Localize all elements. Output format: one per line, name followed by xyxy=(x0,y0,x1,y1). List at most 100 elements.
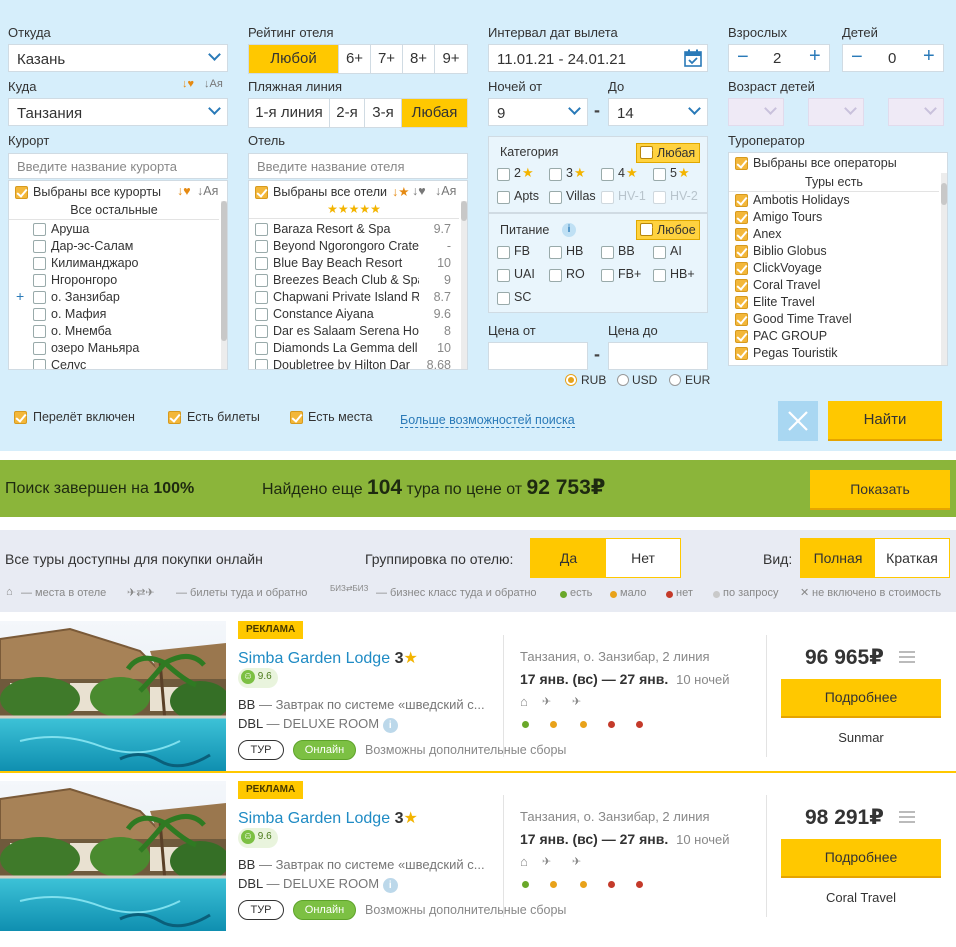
rating-option-8[interactable]: 8+ xyxy=(403,45,435,73)
resort-item[interactable]: Нгоронгоро xyxy=(9,272,219,289)
meal-checkbox[interactable] xyxy=(497,269,510,282)
operator-checkbox[interactable] xyxy=(735,211,748,224)
sort-alpha-icon[interactable]: ↓Ая xyxy=(435,184,456,198)
currency-rub-radio[interactable] xyxy=(565,374,577,386)
operator-item[interactable]: PAC GROUP xyxy=(729,328,939,345)
resort-all-row[interactable]: Выбраны все курорты ↓♥ ↓Ая xyxy=(9,184,227,201)
resort-item[interactable]: Аруша xyxy=(9,221,219,238)
category-checkbox[interactable] xyxy=(653,191,666,204)
rating-option-7[interactable]: 7+ xyxy=(371,45,403,73)
hotel-name[interactable]: Simba Garden Lodge 3★ xyxy=(238,808,418,828)
rating-option-6[interactable]: 6+ xyxy=(339,45,371,73)
hotel-all-checkbox[interactable] xyxy=(255,186,268,199)
operator-item[interactable]: Biblio Globus xyxy=(729,243,939,260)
hotel-checkbox[interactable] xyxy=(255,223,268,236)
calendar-icon[interactable] xyxy=(684,49,702,67)
category-checkbox[interactable] xyxy=(497,168,510,181)
rating-option-any[interactable]: Любой xyxy=(249,45,339,73)
meal-any-toggle[interactable]: Любое xyxy=(636,220,700,240)
details-button[interactable]: Подробнее xyxy=(781,839,941,878)
resort-checkbox[interactable] xyxy=(33,325,46,338)
operator-scrollbar[interactable] xyxy=(941,173,947,365)
price-to-input[interactable] xyxy=(608,342,708,370)
beach-option-3[interactable]: 3-я xyxy=(365,99,402,127)
expand-plus-icon[interactable]: + xyxy=(16,288,24,304)
hotel-item[interactable]: Beyond Ngorongoro Crate - xyxy=(249,238,459,255)
category-checkbox[interactable] xyxy=(549,168,562,181)
operator-item[interactable]: Amigo Tours xyxy=(729,209,939,226)
hotel-all-row[interactable]: Выбраны все отели ↓★ ↓♥ ↓Ая xyxy=(249,184,467,201)
hotel-photo[interactable] xyxy=(0,621,226,771)
operator-checkbox[interactable] xyxy=(735,347,748,360)
sort-popular-icon[interactable]: ↓♥ xyxy=(412,184,426,198)
resort-item[interactable]: о. Мафия xyxy=(9,306,219,323)
sort-stars-icon[interactable]: ↓★ xyxy=(392,184,409,199)
group-no[interactable]: Нет xyxy=(606,539,680,577)
meal-checkbox[interactable] xyxy=(601,246,614,259)
category-any-checkbox[interactable] xyxy=(640,146,653,159)
operator-all-row[interactable]: Выбраны все операторы xyxy=(729,155,947,172)
operator-item[interactable]: Elite Travel xyxy=(729,294,939,311)
menu-icon[interactable] xyxy=(899,651,915,663)
view-short[interactable]: Краткая xyxy=(875,539,949,577)
beach-option-2[interactable]: 2-я xyxy=(330,99,365,127)
hotel-checkbox[interactable] xyxy=(255,291,268,304)
sort-popular-icon[interactable]: ↓♥ xyxy=(177,184,191,198)
operator-item[interactable]: Ambotis Holidays xyxy=(729,192,939,209)
meal-checkbox[interactable] xyxy=(497,292,510,305)
meal-checkbox[interactable] xyxy=(653,269,666,282)
nights-from-select[interactable]: 9 xyxy=(488,98,588,126)
resort-checkbox[interactable] xyxy=(33,257,46,270)
view-full[interactable]: Полная xyxy=(801,539,875,577)
hotel-checkbox[interactable] xyxy=(255,342,268,355)
resort-item[interactable]: Дар-эс-Салам xyxy=(9,238,219,255)
hotel-checkbox[interactable] xyxy=(255,257,268,270)
operator-item[interactable]: ClickVoyage xyxy=(729,260,939,277)
operator-checkbox[interactable] xyxy=(735,194,748,207)
hotel-item[interactable]: Chapwani Private Island R 8.7 xyxy=(249,289,459,306)
meal-checkbox[interactable] xyxy=(653,246,666,259)
child-age-select-1[interactable] xyxy=(728,98,784,126)
category-checkbox[interactable] xyxy=(549,191,562,204)
operator-item[interactable]: Anex xyxy=(729,226,939,243)
resort-scrollbar[interactable] xyxy=(221,201,227,369)
info-icon[interactable]: i xyxy=(382,878,398,893)
plus-icon[interactable]: + xyxy=(809,45,821,68)
hotel-item[interactable]: Dar es Salaam Serena Hot 8 xyxy=(249,323,459,340)
has-places-checkbox[interactable] xyxy=(290,411,303,424)
beach-option-1[interactable]: 1-я линия xyxy=(249,99,330,127)
meal-info-icon[interactable]: i xyxy=(562,223,576,237)
hotel-checkbox[interactable] xyxy=(255,359,268,369)
meal-checkbox[interactable] xyxy=(601,269,614,282)
details-button[interactable]: Подробнее xyxy=(781,679,941,718)
resort-checkbox[interactable] xyxy=(33,240,46,253)
hotel-search-input[interactable]: Введите название отеля xyxy=(248,153,468,179)
resort-item[interactable]: + о. Занзибар xyxy=(9,288,219,306)
hotel-scrollbar[interactable] xyxy=(461,201,467,369)
category-checkbox[interactable] xyxy=(497,191,510,204)
info-icon[interactable]: i xyxy=(382,718,398,733)
plus-icon[interactable]: + xyxy=(923,45,935,68)
resort-search-input[interactable]: Введите название курорта xyxy=(8,153,228,179)
resort-checkbox[interactable] xyxy=(33,308,46,321)
child-age-select-3[interactable] xyxy=(888,98,944,126)
hotel-photo[interactable] xyxy=(0,781,226,931)
resort-item[interactable]: Килиманджаро xyxy=(9,255,219,272)
minus-icon[interactable]: − xyxy=(737,46,749,69)
category-checkbox[interactable] xyxy=(601,168,614,181)
resort-checkbox[interactable] xyxy=(33,342,46,355)
resort-item[interactable]: о. Мнемба xyxy=(9,323,219,340)
hotel-item[interactable]: Breezes Beach Club & Spa 9 xyxy=(249,272,459,289)
category-any-toggle[interactable]: Любая xyxy=(636,143,700,163)
operator-checkbox[interactable] xyxy=(735,245,748,258)
category-checkbox[interactable] xyxy=(601,191,614,204)
currency-eur-radio[interactable] xyxy=(669,374,681,386)
hotel-name[interactable]: Simba Garden Lodge 3★ xyxy=(238,648,418,668)
resort-checkbox[interactable] xyxy=(33,291,46,304)
resort-item[interactable]: Селус xyxy=(9,357,219,369)
more-options-link[interactable]: Больше возможностей поиска xyxy=(400,413,575,428)
hotel-item[interactable]: Blue Bay Beach Resort 10 xyxy=(249,255,459,272)
operator-checkbox[interactable] xyxy=(735,330,748,343)
operator-checkbox[interactable] xyxy=(735,228,748,241)
nights-to-select[interactable]: 14 xyxy=(608,98,708,126)
